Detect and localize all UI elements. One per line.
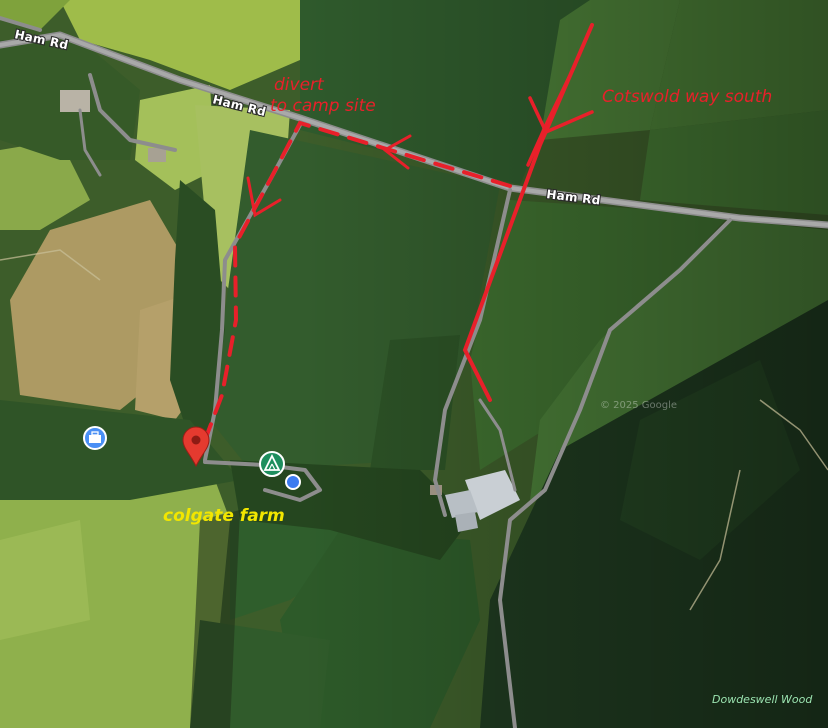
briefcase-icon[interactable] — [83, 426, 107, 450]
campground-triangle-icon[interactable] — [259, 451, 285, 477]
map-watermark: © 2025 Google — [600, 400, 677, 411]
divert-label: divert — [274, 75, 325, 95]
terrain — [0, 0, 828, 728]
camp-site-label: to camp site — [270, 96, 376, 116]
satellite-map[interactable]: Ham Rd Ham Rd Ham Rd © 2025 Google diver… — [0, 0, 828, 728]
route-label: Cotswold way south — [602, 87, 772, 107]
farm-label: colgate farm — [163, 506, 285, 526]
blue-dot-icon[interactable] — [285, 474, 301, 490]
place-label-dowdeswell-wood: Dowdeswell Wood — [712, 693, 813, 706]
